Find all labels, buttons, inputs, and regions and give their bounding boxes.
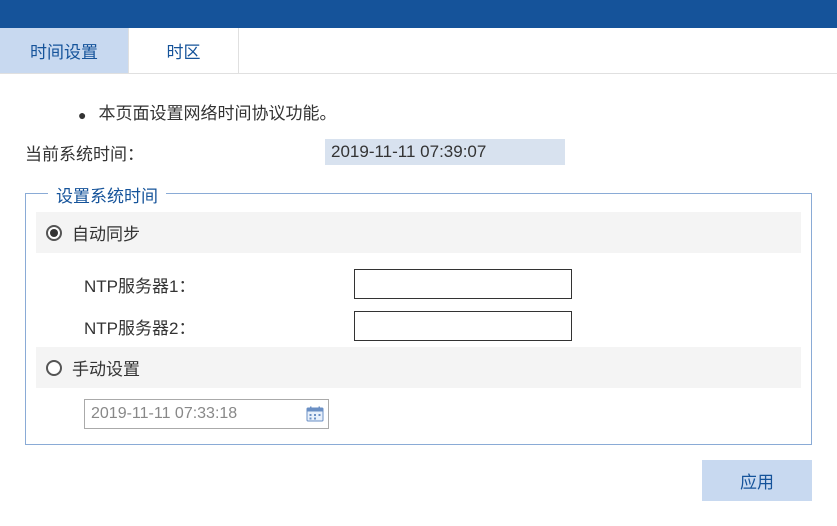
- fieldset-legend: 设置系统时间: [48, 182, 166, 207]
- manual-set-option[interactable]: 手动设置: [36, 347, 801, 388]
- calendar-icon[interactable]: [306, 406, 324, 422]
- auto-sync-option[interactable]: 自动同步: [36, 212, 801, 253]
- ntp-server-1-label: NTP服务器1：: [84, 272, 354, 297]
- ntp-server-2-row: NTP服务器2：: [36, 305, 801, 347]
- top-banner: [0, 0, 837, 28]
- current-time-value: 2019-11-11 07:39:07: [325, 139, 565, 165]
- apply-button[interactable]: 应用: [702, 460, 812, 501]
- auto-sync-radio[interactable]: [46, 225, 62, 241]
- ntp-server-1-row: NTP服务器1：: [36, 263, 801, 305]
- tab-bar: 时间设置 时区: [0, 28, 837, 74]
- current-time-row: 当前系统时间： 2019-11-11 07:39:07: [20, 139, 817, 183]
- tab-timezone[interactable]: 时区: [129, 28, 239, 73]
- manual-datetime-value: 2019-11-11 07:33:18: [91, 405, 237, 423]
- manual-set-radio[interactable]: [46, 360, 62, 376]
- set-time-fieldset: 设置系统时间 自动同步 NTP服务器1： NTP服务器2： 手动设置 2019-…: [25, 193, 812, 445]
- ntp-server-2-label: NTP服务器2：: [84, 314, 354, 339]
- bullet-icon: ●: [78, 107, 86, 123]
- button-row: 应用: [20, 445, 817, 501]
- ntp-server-2-input[interactable]: [354, 311, 572, 341]
- description-row: ● 本页面设置网络时间协议功能。: [20, 94, 817, 139]
- manual-date-row: 2019-11-11 07:33:18: [36, 393, 801, 429]
- manual-set-label: 手动设置: [72, 355, 140, 380]
- ntp-server-1-input[interactable]: [354, 269, 572, 299]
- current-time-label: 当前系统时间：: [25, 140, 325, 165]
- tab-time-settings[interactable]: 时间设置: [0, 28, 129, 73]
- content-area: ● 本页面设置网络时间协议功能。 当前系统时间： 2019-11-11 07:39…: [0, 74, 837, 526]
- manual-datetime-input[interactable]: 2019-11-11 07:33:18: [84, 399, 329, 429]
- description-text: 本页面设置网络时间协议功能。: [98, 104, 336, 123]
- auto-sync-label: 自动同步: [72, 220, 140, 245]
